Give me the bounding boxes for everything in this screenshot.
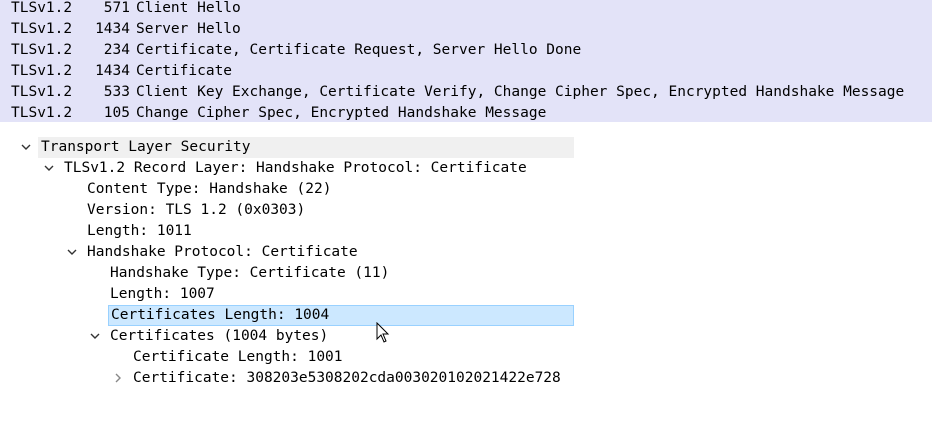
tree-item-label: Certificates (1004 bytes) — [110, 328, 329, 344]
tree-item-certificates-length[interactable]: Certificates Length: 1004 — [108, 305, 574, 326]
mouse-pointer-icon — [376, 321, 390, 344]
packet-length: 571 — [103, 0, 130, 16]
packet-protocol: TLSv1.2 — [11, 21, 73, 37]
tree-item-label: Length: 1011 — [87, 223, 192, 239]
packet-info: Server Hello — [136, 21, 241, 37]
tree-item-content-type[interactable]: Content Type: Handshake (22) — [87, 179, 331, 200]
packet-details-pane: Transport Layer Security TLSv1.2 Record … — [0, 122, 932, 433]
tree-item-label: Certificate Length: 1001 — [133, 349, 343, 365]
tree-item-label: Handshake Protocol: Certificate — [87, 244, 358, 260]
packet-protocol: TLSv1.2 — [11, 42, 73, 58]
packet-length: 1434 — [95, 21, 130, 37]
packet-info: Change Cipher Spec, Encrypted Handshake … — [136, 105, 547, 121]
tree-item-version[interactable]: Version: TLS 1.2 (0x0303) — [87, 200, 305, 221]
packet-length: 234 — [103, 42, 130, 58]
chevron-right-icon[interactable] — [112, 372, 124, 384]
tree-item-label: Transport Layer Security — [41, 139, 251, 155]
packet-info: Certificate — [136, 63, 233, 79]
chevron-down-icon[interactable] — [89, 330, 101, 342]
packet-length: 105 — [103, 105, 130, 121]
tree-item-record-layer[interactable]: TLSv1.2 Record Layer: Handshake Protocol… — [64, 158, 527, 179]
tree-item-certificate[interactable]: Certificate: 308203e5308202cda0030201020… — [133, 368, 561, 389]
packet-info: Client Hello — [136, 0, 241, 16]
packet-list: TLSv1.2 571 Client Hello TLSv1.2 1434 Se… — [0, 0, 932, 122]
tree-item-certificates[interactable]: Certificates (1004 bytes) — [110, 326, 328, 347]
chevron-down-icon[interactable] — [66, 246, 78, 258]
chevron-down-icon[interactable] — [43, 162, 55, 174]
packet-protocol: TLSv1.2 — [11, 63, 73, 79]
tree-item-handshake-protocol[interactable]: Handshake Protocol: Certificate — [87, 242, 358, 263]
tree-item-label: Certificates Length: 1004 — [111, 307, 330, 323]
tree-item-length[interactable]: Length: 1011 — [87, 221, 192, 242]
chevron-down-icon[interactable] — [20, 141, 32, 153]
packet-length: 1434 — [95, 63, 130, 79]
packet-protocol: TLSv1.2 — [11, 84, 73, 100]
tree-item-handshake-type[interactable]: Handshake Type: Certificate (11) — [110, 263, 389, 284]
tree-item-label: Length: 1007 — [110, 286, 215, 302]
tree-item-tls[interactable]: Transport Layer Security — [38, 137, 574, 158]
tree-item-label: Handshake Type: Certificate (11) — [110, 265, 390, 281]
packet-length: 533 — [103, 84, 130, 100]
packet-protocol: TLSv1.2 — [11, 105, 73, 121]
packet-protocol: TLSv1.2 — [11, 0, 73, 16]
tree-item-certificate-length[interactable]: Certificate Length: 1001 — [133, 347, 343, 368]
tree-item-label: Certificate: 308203e5308202cda0030201020… — [133, 370, 561, 386]
packet-info: Client Key Exchange, Certificate Verify,… — [136, 84, 905, 100]
packet-info: Certificate, Certificate Request, Server… — [136, 42, 582, 58]
tree-item-label: TLSv1.2 Record Layer: Handshake Protocol… — [64, 160, 527, 176]
tree-item-handshake-length[interactable]: Length: 1007 — [110, 284, 215, 305]
tree-item-label: Content Type: Handshake (22) — [87, 181, 332, 197]
tree-item-label: Version: TLS 1.2 (0x0303) — [87, 202, 306, 218]
